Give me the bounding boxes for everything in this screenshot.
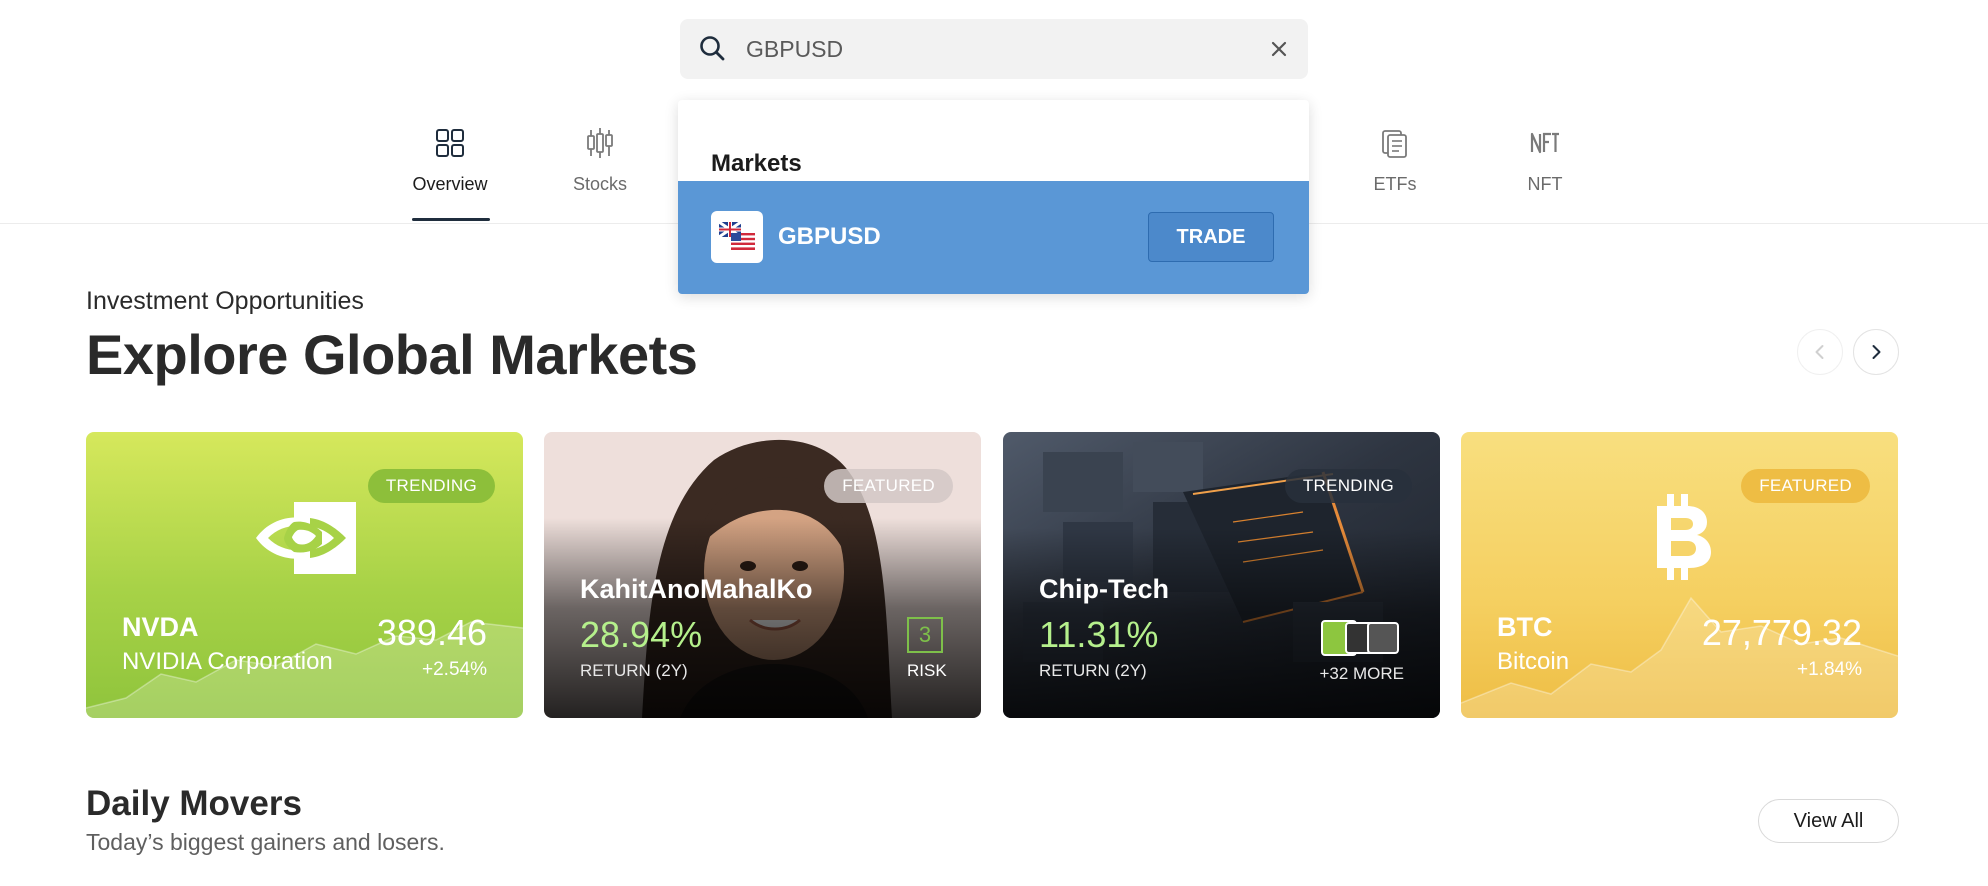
tab-overview[interactable]: Overview [390, 126, 510, 221]
close-icon[interactable] [1266, 36, 1292, 62]
more-holdings-label: +32 MORE [1319, 664, 1404, 683]
daily-movers-title: Daily Movers [86, 784, 302, 823]
tab-overview-label: Overview [412, 174, 488, 194]
result-symbol: GBPUSD [778, 223, 881, 250]
carousel-prev-button[interactable] [1797, 329, 1843, 375]
tab-stocks-label: Stocks [572, 174, 628, 194]
documents-icon [1382, 130, 1407, 158]
nvidia-logo-icon [256, 502, 356, 574]
section-eyebrow: Investment Opportunities [86, 287, 364, 315]
card-return: 28.94% [580, 614, 703, 655]
card-change: +2.54% [422, 659, 487, 680]
card-price: 27,779.32 [1701, 612, 1862, 653]
search-bar[interactable] [680, 19, 1308, 79]
candlestick-icon [587, 128, 613, 158]
card-asset-name: Bitcoin [1497, 648, 1570, 675]
gbp-usd-flag-icon [711, 211, 763, 263]
tab-etfs-label: ETFs [1373, 174, 1417, 194]
card-investor-name: KahitAnoMahalKo [580, 574, 813, 604]
grid-icon [436, 129, 464, 157]
page-title: Explore Global Markets [86, 323, 698, 386]
tab-nft[interactable]: NFT [1485, 126, 1605, 195]
search-results-dropdown: Markets GBPUSD TRADE [678, 100, 1309, 294]
card-btc[interactable]: FEATURED BTC Bitcoin 27,779.32 +1.84% [1461, 432, 1898, 718]
card-chip-tech[interactable]: TRENDING Chip-Tech 11.31% RETURN (2Y) +3… [1003, 432, 1440, 718]
trending-badge: TRENDING [1284, 469, 1412, 503]
featured-badge: FEATURED [1741, 469, 1870, 503]
risk-label: RISK [907, 661, 947, 680]
carousel-next-button[interactable] [1853, 329, 1899, 375]
chevron-left-icon [1815, 345, 1824, 359]
trending-badge: TRENDING [367, 469, 495, 503]
card-company-name: NVIDIA Corporation [122, 648, 333, 675]
dropdown-section-title: Markets [711, 150, 802, 177]
search-input[interactable] [746, 19, 1226, 79]
search-icon [700, 36, 725, 61]
card-change: +1.84% [1797, 659, 1862, 680]
nft-icon [1530, 132, 1559, 154]
risk-score-badge: 3 [907, 617, 943, 653]
view-all-button[interactable]: View All [1758, 799, 1899, 843]
tab-etfs[interactable]: ETFs [1335, 126, 1455, 195]
tab-stocks[interactable]: Stocks [540, 126, 660, 195]
trade-button[interactable]: TRADE [1148, 212, 1274, 262]
search-result-row[interactable]: GBPUSD TRADE [678, 181, 1309, 294]
card-portfolio-name: Chip-Tech [1039, 574, 1169, 604]
holding-icon [1367, 622, 1399, 654]
chevron-right-icon [1872, 345, 1881, 359]
daily-movers-subtitle: Today’s biggest gainers and losers. [86, 829, 445, 855]
card-return-label: RETURN (2Y) [580, 661, 688, 680]
featured-badge: FEATURED [824, 469, 953, 503]
card-symbol: NVDA [122, 612, 199, 642]
card-return-label: RETURN (2Y) [1039, 661, 1147, 680]
tab-nft-label: NFT [1527, 174, 1563, 194]
card-price: 389.46 [376, 612, 487, 653]
card-return: 11.31% [1039, 614, 1159, 655]
card-kahitanomahalko[interactable]: FEATURED KahitAnoMahalKo 28.94% RETURN (… [544, 432, 981, 718]
bitcoin-logo-icon [1657, 494, 1711, 580]
card-symbol: BTC [1497, 612, 1553, 642]
card-nvda[interactable]: TRENDING NVDA NVIDIA Corporation 389.46 … [86, 432, 523, 718]
